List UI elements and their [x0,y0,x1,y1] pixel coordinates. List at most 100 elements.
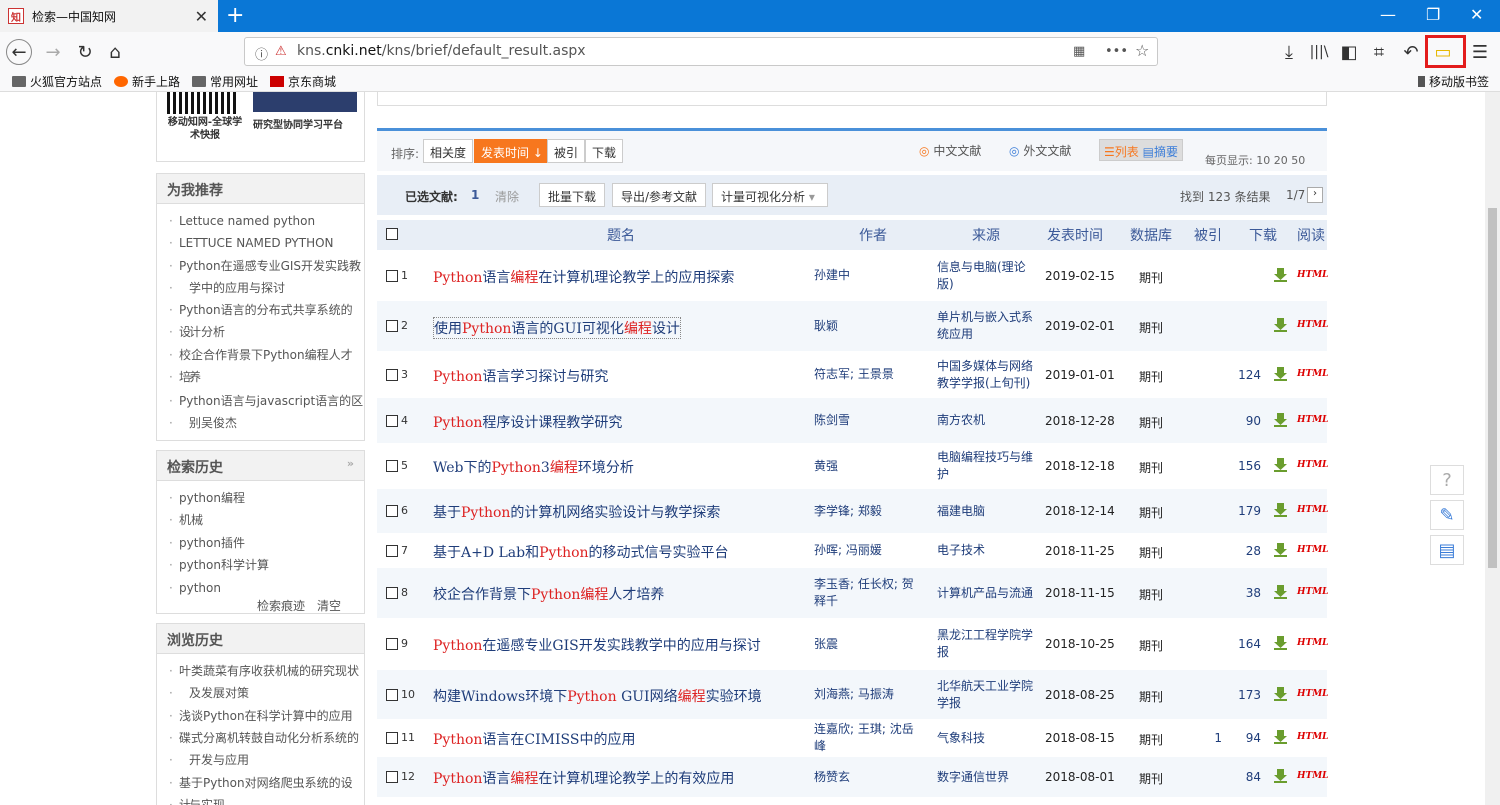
browse-item[interactable]: 叶类蔬菜有序收获机械的研究现状 [167,660,359,682]
row-checkbox[interactable] [386,732,398,744]
recommend-item[interactable]: Lettuce named python [167,210,315,232]
browser-tab[interactable]: 知 检索—中国知网 ✕ [0,0,218,32]
article-title-link[interactable]: Python语言在CIMISS中的应用 [433,729,635,749]
new-tab-icon[interactable]: + [226,3,244,28]
forward-icon[interactable]: → [40,39,66,65]
recommend-item-cont[interactable]: 学中的应用与探讨 [167,277,285,299]
banner-label[interactable]: 研究型协同学习平台 [253,116,343,131]
author-link[interactable]: 孙建中 [814,267,924,284]
author-link[interactable]: 李学锋; 郑毅 [814,503,924,520]
insecure-icon[interactable]: ⚠ [275,44,287,59]
per-page-selector[interactable]: 每页显示: 10 20 50 [1205,152,1305,168]
chinese-docs-button[interactable]: ◎ 中文文献 [919,142,981,159]
article-title-link[interactable]: 使用Python语言的GUI可视化编程设计 [433,317,681,339]
cited-count[interactable]: 1 [1182,731,1222,745]
download-icon[interactable] [1274,318,1287,332]
sort-date-button[interactable]: 发表时间 ↓ [474,139,550,163]
sort-relevance-button[interactable]: 相关度 [423,139,474,163]
html-read-link[interactable]: HTML [1297,369,1329,379]
html-read-link[interactable]: HTML [1297,771,1329,781]
source-link[interactable]: 数字通信世界 [937,769,1037,786]
close-tab-icon[interactable]: ✕ [195,7,208,26]
source-link[interactable]: 气象科技 [937,730,1037,747]
edit-pencil-icon[interactable]: ✎ [1430,500,1464,530]
download-icon[interactable] [1274,769,1287,783]
history-clear-link[interactable]: 清空 [317,597,341,614]
download-count[interactable]: 124 [1217,368,1261,382]
recommend-item-cont[interactable]: 养 [167,366,201,388]
bookmark-jd[interactable]: 京东商城 [270,73,336,90]
source-link[interactable]: 中国多媒体与网络教学学报(上旬刊) [937,358,1037,392]
download-count[interactable]: 156 [1217,459,1261,473]
download-count[interactable]: 94 [1217,731,1261,745]
author-link[interactable]: 连嘉欣; 王琪; 沈岳峰 [814,721,924,755]
author-link[interactable]: 刘海燕; 马振涛 [814,686,924,703]
sort-cited-button[interactable]: 被引 [547,139,586,163]
recommend-item-cont[interactable]: 别吴俊杰 [167,412,237,434]
author-link[interactable]: 符志军; 王景景 [814,366,924,383]
download-count[interactable]: 173 [1217,688,1261,702]
html-read-link[interactable]: HTML [1297,545,1329,555]
url-text[interactable]: kns.cnki.net/kns/brief/default_result.as… [297,43,586,59]
close-window-icon[interactable]: ✕ [1470,5,1483,24]
download-icon[interactable] [1274,543,1287,557]
row-checkbox[interactable] [386,545,398,557]
download-icon[interactable] [1274,503,1287,517]
download-count[interactable]: 38 [1217,586,1261,600]
history-item[interactable]: python [167,577,221,599]
restore-icon[interactable]: ❐ [1426,5,1440,24]
download-icon[interactable] [1274,687,1287,701]
article-title-link[interactable]: Python语言学习探讨与研究 [433,366,608,386]
visualize-dropdown[interactable]: 计量可视化分析 ▾ [712,183,828,207]
row-checkbox[interactable] [386,460,398,472]
notes-icon[interactable]: ▤ [1430,535,1464,565]
row-checkbox[interactable] [386,369,398,381]
bookmark-firefox-site[interactable]: 火狐官方站点 [12,73,102,90]
recommend-item[interactable]: LETTUCE NAMED PYTHON [167,232,334,254]
download-icon[interactable] [1274,268,1287,282]
undo-icon[interactable]: ↶ [1398,39,1424,65]
bookmark-getting-started[interactable]: 新手上路 [114,73,180,90]
history-item[interactable]: python科学计算 [167,554,269,576]
sidebar-toggle-icon[interactable]: ◧ [1336,39,1362,65]
row-checkbox[interactable] [386,638,398,650]
download-count[interactable]: 84 [1217,770,1261,784]
source-link[interactable]: 计算机产品与流通 [937,585,1037,602]
download-icon[interactable]: ⤓ [1276,39,1302,65]
header-database[interactable]: 数据库 [1130,225,1172,245]
download-icon[interactable] [1274,585,1287,599]
author-link[interactable]: 杨赞玄 [814,769,924,786]
download-count[interactable]: 90 [1217,414,1261,428]
feedback-chat-icon[interactable]: ? [1430,465,1464,495]
next-page-button[interactable]: › [1307,187,1323,203]
header-title[interactable]: 题名 [607,225,635,245]
browse-item-cont[interactable]: 与实现 [167,794,225,805]
history-item[interactable]: python编程 [167,487,245,509]
recommend-item[interactable]: Python在遥感专业GIS开发实践教 [167,255,361,277]
source-link[interactable]: 电子技术 [937,542,1037,559]
export-button[interactable]: 导出/参考文献 [612,183,707,207]
row-checkbox[interactable] [386,270,398,282]
more-actions-icon[interactable]: ••• [1105,44,1128,59]
batch-download-button[interactable]: 批量下载 [539,183,606,207]
row-checkbox[interactable] [386,689,398,701]
history-item[interactable]: 机械 [167,509,203,531]
header-download[interactable]: 下载 [1249,225,1277,245]
download-icon[interactable] [1274,730,1287,744]
row-checkbox[interactable] [386,415,398,427]
article-title-link[interactable]: 基于Python的计算机网络实验设计与教学探索 [433,502,720,522]
html-read-link[interactable]: HTML [1297,732,1329,742]
article-title-link[interactable]: Python在遥感专业GIS开发实践教学中的应用与探讨 [433,635,761,655]
author-link[interactable]: 孙晖; 冯丽媛 [814,542,924,559]
author-link[interactable]: 张震 [814,636,924,653]
banner-image[interactable] [253,92,357,112]
recommend-item[interactable]: Python语言与javascript语言的区 [167,390,363,412]
download-icon[interactable] [1274,367,1287,381]
foreign-docs-button[interactable]: ◎ 外文文献 [1009,142,1071,159]
header-author[interactable]: 作者 [859,225,887,245]
header-cited[interactable]: 被引 [1194,225,1222,245]
mobile-bookmarks[interactable]: 移动版书签 [1418,73,1489,90]
source-link[interactable]: 单片机与嵌入式系统应用 [937,309,1037,343]
article-title-link[interactable]: 校企合作背景下Python编程人才培养 [433,584,664,604]
browse-item-cont[interactable]: 开发与应用 [167,749,249,771]
